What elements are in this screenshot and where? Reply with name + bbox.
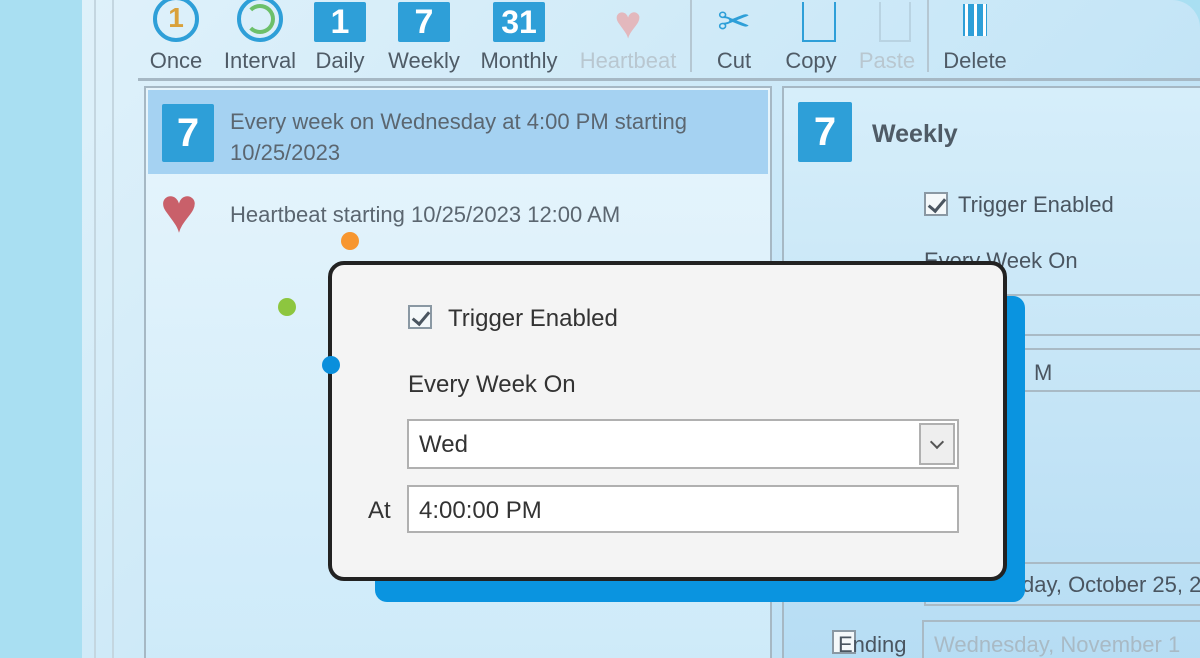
trigger-list-item[interactable]: 7 Every week on Wednesday at 4:00 PM sta… bbox=[148, 90, 768, 174]
interval-clock-icon bbox=[237, 0, 283, 42]
divider bbox=[94, 0, 96, 658]
copy-icon bbox=[802, 2, 836, 42]
toolbar-heartbeat-button[interactable]: ♥ Heartbeat bbox=[574, 0, 682, 74]
once-clock-icon: 1 bbox=[153, 0, 199, 42]
ending-date-input[interactable]: Wednesday, November 1 bbox=[922, 620, 1200, 658]
toolbar-cut-button[interactable]: ✂ Cut bbox=[704, 0, 764, 74]
toolbar-paste-button[interactable]: Paste bbox=[854, 0, 920, 74]
toolbar-daily-button[interactable]: 1 Daily bbox=[312, 0, 368, 74]
trigger-list-item[interactable]: ♥ Heartbeat starting 10/25/2023 12:00 AM bbox=[148, 178, 768, 250]
heartbeat-icon: ♥ bbox=[160, 174, 198, 246]
chevron-down-icon[interactable] bbox=[919, 423, 955, 465]
calendar-31-icon: 31 bbox=[493, 2, 545, 42]
toolbar-separator bbox=[927, 0, 929, 72]
zoom-popup: Trigger Enabled Every Week On Wed At 4:0… bbox=[328, 261, 1007, 581]
calendar-7-icon: 7 bbox=[798, 102, 852, 162]
heartbeat-icon: ♥ bbox=[614, 0, 642, 48]
toolbar-weekly-button[interactable]: 7 Weekly bbox=[384, 0, 464, 74]
scissors-icon: ✂ bbox=[717, 0, 751, 44]
detail-trigger-enabled-checkbox[interactable] bbox=[924, 192, 948, 216]
time-input[interactable]: 4:00:00 PM bbox=[407, 485, 959, 533]
detail-title: Weekly bbox=[872, 120, 958, 148]
annotation-dot bbox=[341, 232, 359, 250]
annotation-dot bbox=[278, 298, 296, 316]
toolbar-copy-button[interactable]: Copy bbox=[776, 0, 846, 74]
toolbar-divider bbox=[138, 78, 1200, 81]
toolbar-interval-button[interactable]: Interval bbox=[220, 0, 300, 74]
calendar-1-icon: 1 bbox=[314, 2, 366, 42]
day-select[interactable]: Wed bbox=[407, 419, 959, 469]
divider bbox=[112, 0, 114, 658]
annotation-dot bbox=[322, 356, 340, 374]
popup-trigger-enabled-checkbox[interactable] bbox=[408, 305, 432, 329]
toolbar-monthly-button[interactable]: 31 Monthly bbox=[474, 0, 564, 74]
paste-icon bbox=[879, 2, 911, 42]
toolbar-once-button[interactable]: 1 Once bbox=[148, 0, 204, 74]
toolbar-delete-button[interactable]: Delete bbox=[938, 0, 1012, 74]
calendar-7-icon: 7 bbox=[398, 2, 450, 42]
toolbar-separator bbox=[690, 0, 692, 72]
trash-icon bbox=[959, 2, 991, 42]
calendar-7-icon: 7 bbox=[162, 104, 214, 162]
